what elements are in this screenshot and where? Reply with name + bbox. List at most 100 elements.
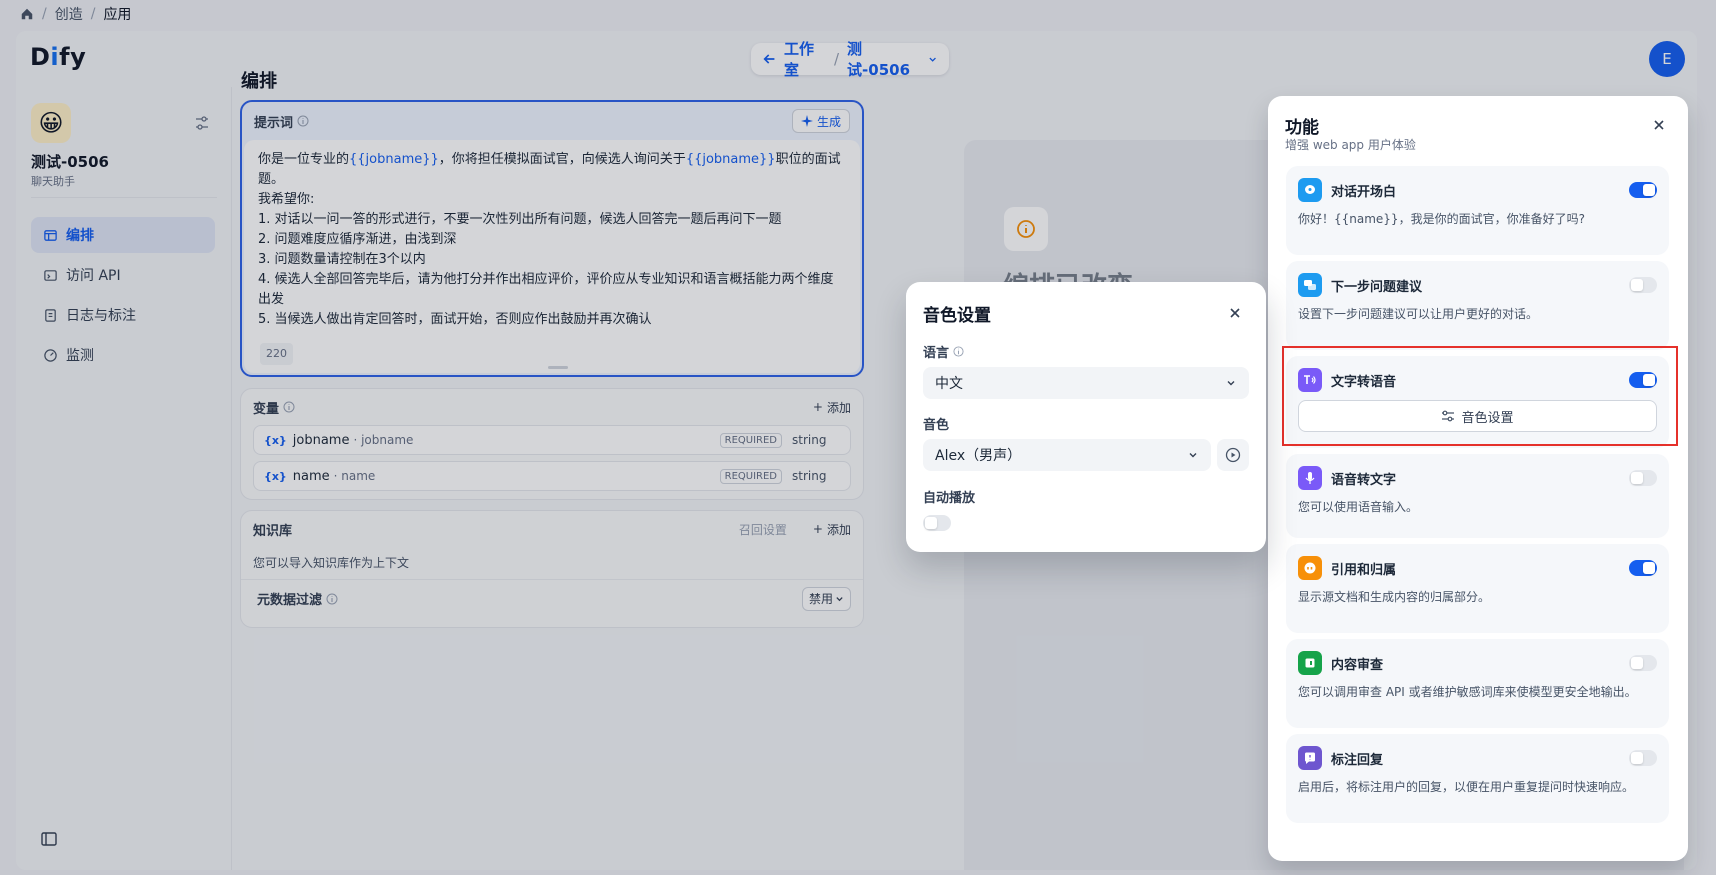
recall-settings-button[interactable]: 召回设置 — [739, 521, 787, 538]
workspace-nav: 工作室 / 测试-0506 — [751, 40, 949, 79]
gauge-icon — [44, 348, 57, 362]
info-icon[interactable] — [953, 346, 964, 357]
home-icon[interactable] — [20, 7, 34, 21]
variable-icon: {x} — [264, 469, 287, 483]
char-count: 220 — [260, 343, 293, 365]
variable-type: string — [792, 469, 827, 483]
feature-text-to-speech: 文字转语音 音色设置 — [1286, 356, 1669, 448]
play-icon — [1225, 447, 1241, 463]
required-badge: REQUIRED — [719, 432, 782, 448]
resize-handle[interactable] — [548, 366, 568, 369]
modal-title: 音色设置 — [923, 306, 991, 326]
dify-logo[interactable]: Dify — [30, 43, 86, 71]
features-subtitle: 增强 web app 用户体验 — [1285, 138, 1416, 152]
variable-icon: {x} — [264, 433, 287, 447]
sidebar-collapse-icon[interactable] — [40, 830, 58, 848]
suggested-questions-toggle[interactable] — [1629, 277, 1657, 293]
moderation-toggle[interactable] — [1629, 655, 1657, 671]
chat-bubble-icon — [1298, 178, 1322, 202]
layout-icon — [44, 229, 57, 241]
prompt-editor: 提示词 生成 你是一位专业的{{jobname}}，你将担任模拟面试官，向候选人… — [240, 100, 864, 377]
text-to-speech-toggle[interactable] — [1629, 372, 1657, 388]
microphone-icon — [1298, 466, 1322, 490]
app-type: 聊天助手 — [31, 175, 75, 188]
voice-label: 音色 — [923, 418, 950, 433]
chevron-down-icon[interactable] — [928, 54, 937, 64]
prompt-textarea[interactable]: 你是一位专业的{{jobname}}，你将担任模拟面试官，向候选人询问关于{{j… — [244, 140, 860, 373]
chevron-down-icon — [1189, 453, 1197, 458]
add-variable-button[interactable]: + 添加 — [813, 399, 851, 416]
feature-moderation: 内容审查 您可以调用审查 API 或者维护敏感词库来使模型更安全地输出。 — [1286, 639, 1669, 728]
app-selector[interactable]: 测试-0506 — [847, 38, 920, 80]
knowledge-section: 知识库 召回设置 + 添加 您可以导入知识库作为上下文 元数据过滤 禁用 — [240, 510, 864, 628]
variables-label: 变量 — [253, 401, 280, 417]
feature-speech-to-text: 语音转文字 您可以使用语音输入。 — [1286, 454, 1669, 538]
breadcrumb-item-create[interactable]: 创造 — [55, 4, 83, 24]
document-icon — [45, 308, 56, 322]
shield-check-icon — [1298, 651, 1322, 675]
prompt-line: 3. 问题数量请控制在3个以内 — [258, 252, 426, 267]
add-knowledge-button[interactable]: + 添加 — [813, 521, 851, 538]
sidebar-item-orchestrate[interactable]: 编排 — [31, 217, 215, 253]
opening-statement-toggle[interactable] — [1629, 182, 1657, 198]
voice-settings-button[interactable]: 音色设置 — [1298, 400, 1657, 432]
annotation-reply-toggle[interactable] — [1629, 750, 1657, 766]
plus-icon: + — [812, 400, 823, 414]
app-emoji-icon: 😀 — [31, 103, 71, 143]
variable-row[interactable]: {x} jobname · jobname REQUIRED string — [253, 425, 851, 455]
prompt-line: 2. 问题难度应循序渐进，由浅到深 — [258, 232, 457, 247]
plus-icon: + — [812, 522, 823, 536]
sliders-icon[interactable] — [194, 115, 210, 131]
metadata-filter-select[interactable]: 禁用 — [801, 586, 851, 611]
close-icon[interactable] — [1652, 118, 1666, 132]
quote-icon — [1298, 556, 1322, 580]
sidebar-item-monitor[interactable]: 监测 — [31, 337, 215, 373]
variable-type: string — [792, 433, 827, 447]
required-badge: REQUIRED — [719, 468, 782, 484]
breadcrumb: / 创造 / 应用 — [20, 4, 131, 24]
text-to-speech-icon — [1298, 368, 1322, 392]
message-chat-icon — [1298, 273, 1322, 297]
terminal-icon — [44, 269, 57, 281]
close-icon[interactable] — [1228, 306, 1242, 320]
arrow-left-icon[interactable] — [763, 52, 776, 66]
language-select[interactable]: 中文 — [923, 367, 1249, 399]
chevron-down-icon — [1227, 381, 1235, 386]
prompt-line: 我希望你: — [258, 192, 315, 207]
info-icon[interactable] — [297, 115, 309, 127]
knowledge-label: 知识库 — [253, 523, 293, 539]
speech-to-text-toggle[interactable] — [1629, 470, 1657, 486]
sidebar-divider — [31, 197, 217, 198]
info-icon[interactable] — [283, 401, 295, 413]
citation-toggle[interactable] — [1629, 560, 1657, 576]
voice-select[interactable]: Alex（男声） — [923, 439, 1211, 471]
feature-suggested-questions: 下一步问题建议 设置下一步问题建议可以让用户更好的对话。 — [1286, 261, 1669, 350]
page-title: 编排 — [241, 71, 277, 92]
variables-section: 变量 + 添加 {x} jobname · jobname REQUIRED st… — [240, 388, 864, 500]
user-avatar[interactable]: E — [1649, 41, 1685, 77]
sidebar-item-api[interactable]: 访问 API — [31, 257, 215, 293]
autoplay-toggle[interactable] — [923, 515, 951, 531]
feature-citation: 引用和归属 显示源文档和生成内容的归属部分。 — [1286, 544, 1669, 633]
generate-button[interactable]: 生成 — [791, 109, 850, 133]
prompt-line: 5. 当候选人做出肯定回答时，面试开始，否则应作出鼓励并再次确认 — [258, 312, 652, 327]
studio-link[interactable]: 工作室 — [784, 38, 826, 80]
play-preview-button[interactable] — [1217, 439, 1249, 471]
sidebar-item-logs[interactable]: 日志与标注 — [31, 297, 215, 333]
sliders-icon — [1442, 410, 1455, 422]
prompt-label: 提示词 — [254, 115, 294, 131]
metadata-filter-row: 元数据过滤 禁用 — [241, 579, 863, 617]
knowledge-desc: 您可以导入知识库作为上下文 — [253, 556, 410, 570]
sparkle-icon — [800, 115, 813, 127]
info-icon[interactable] — [326, 593, 338, 605]
app-name: 测试-0506 — [31, 153, 109, 171]
variable-row[interactable]: {x} name · name REQUIRED string — [253, 461, 851, 491]
features-panel: 功能 增强 web app 用户体验 对话开场白 你好！{{name}}，我是你… — [1268, 96, 1688, 861]
left-sidebar: 😀 测试-0506 聊天助手 编排 访问 API 日志与标注 监测 — [16, 87, 232, 870]
warning-icon — [1004, 207, 1048, 251]
chevron-down-icon — [836, 597, 843, 602]
prompt-line: 4. 候选人全部回答完毕后，请为他打分并作出相应评价，评价应从专业知识和语言概括… — [258, 272, 834, 307]
annotation-icon — [1298, 746, 1322, 770]
feature-opening-statement: 对话开场白 你好！{{name}}，我是你的面试官，你准备好了吗? — [1286, 166, 1669, 255]
language-label: 语言 — [923, 346, 950, 361]
